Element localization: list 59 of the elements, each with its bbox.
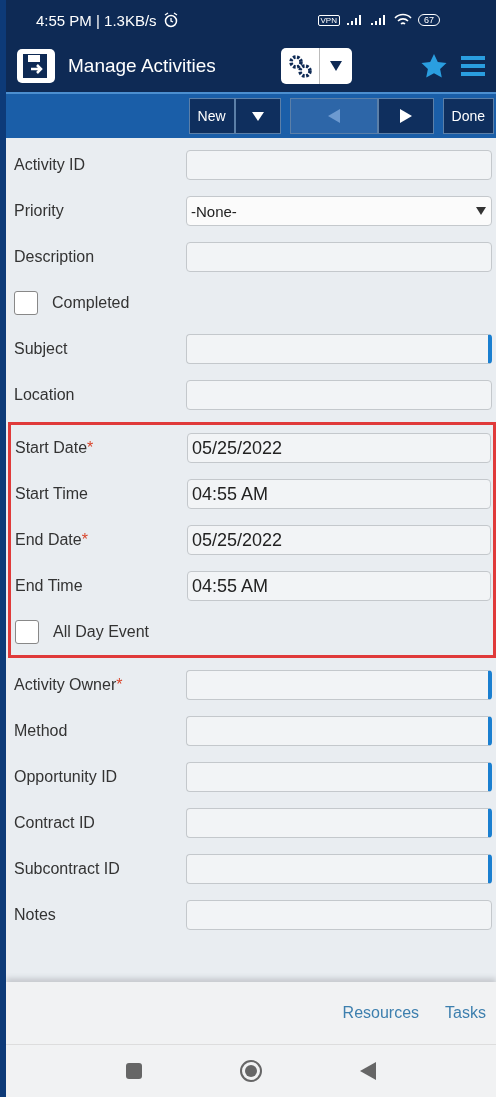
- caret-icon: [329, 60, 343, 72]
- input-field[interactable]: [186, 242, 492, 272]
- next-button[interactable]: [377, 98, 434, 134]
- page-title: Manage Activities: [68, 55, 217, 77]
- footer-link[interactable]: Resources: [342, 1004, 420, 1022]
- gears-icon: [287, 53, 313, 79]
- field-label: End Time: [15, 577, 84, 595]
- input-field[interactable]: 05/25/2022: [187, 433, 491, 463]
- input-field[interactable]: [186, 150, 492, 180]
- input-field[interactable]: 05/25/2022: [187, 525, 491, 555]
- home-icon[interactable]: [239, 1059, 263, 1083]
- field-label: Notes: [14, 906, 57, 924]
- input-field[interactable]: [186, 762, 492, 792]
- star-icon[interactable]: [420, 53, 448, 79]
- checkbox-label: Completed: [52, 294, 130, 312]
- caret-icon: [250, 110, 265, 122]
- input-field[interactable]: [186, 716, 492, 746]
- field-label: Start Time: [15, 485, 89, 503]
- signal-icon: [346, 14, 364, 26]
- toolbar-button[interactable]: New: [188, 98, 235, 134]
- save-exit-icon[interactable]: [16, 48, 56, 84]
- field-label: Start Date*: [15, 439, 95, 457]
- checkbox[interactable]: [15, 620, 39, 644]
- input-field[interactable]: 04:55 AM: [187, 479, 491, 509]
- field-label: Priority: [14, 202, 65, 220]
- vpn-badge: VPN: [317, 14, 340, 26]
- back-icon[interactable]: [359, 1061, 377, 1081]
- field-label: Method: [14, 722, 69, 740]
- status-time: 4:55 PM | 1.3KB/s: [36, 11, 157, 29]
- field-label: Opportunity ID: [14, 768, 119, 786]
- input-field[interactable]: [186, 380, 492, 410]
- field-label: Description: [14, 248, 96, 266]
- next-icon: [398, 108, 413, 124]
- menu-icon[interactable]: [460, 55, 486, 77]
- input-field[interactable]: 04:55 AM: [187, 571, 491, 601]
- input-field[interactable]: [186, 900, 492, 930]
- field-label: Activity Owner*: [14, 676, 124, 694]
- caret-icon: [475, 206, 487, 216]
- dropdown-button[interactable]: [234, 98, 281, 134]
- field-label: Subject: [14, 340, 69, 358]
- square-icon[interactable]: [125, 1062, 143, 1080]
- wifi-icon: [394, 13, 412, 27]
- footer-link[interactable]: Tasks: [445, 1004, 486, 1022]
- field-label: Contract ID: [14, 814, 96, 832]
- field-label: Location: [14, 386, 76, 404]
- checkbox-label: All Day Event: [53, 623, 150, 641]
- input-field[interactable]: [186, 334, 492, 364]
- checkbox[interactable]: [14, 291, 38, 315]
- input-field[interactable]: [186, 854, 492, 884]
- toolbar-button[interactable]: Done: [442, 98, 494, 134]
- previous-icon: [326, 108, 341, 124]
- alarm-icon: [162, 12, 179, 28]
- field-label: Subcontract ID: [14, 860, 121, 878]
- field-label: End Date*: [15, 531, 89, 549]
- select-field[interactable]: -None-: [186, 196, 492, 226]
- input-field[interactable]: [186, 670, 492, 700]
- field-label: Activity ID: [14, 156, 87, 174]
- signal-icon: [370, 14, 388, 26]
- input-field[interactable]: [186, 808, 492, 838]
